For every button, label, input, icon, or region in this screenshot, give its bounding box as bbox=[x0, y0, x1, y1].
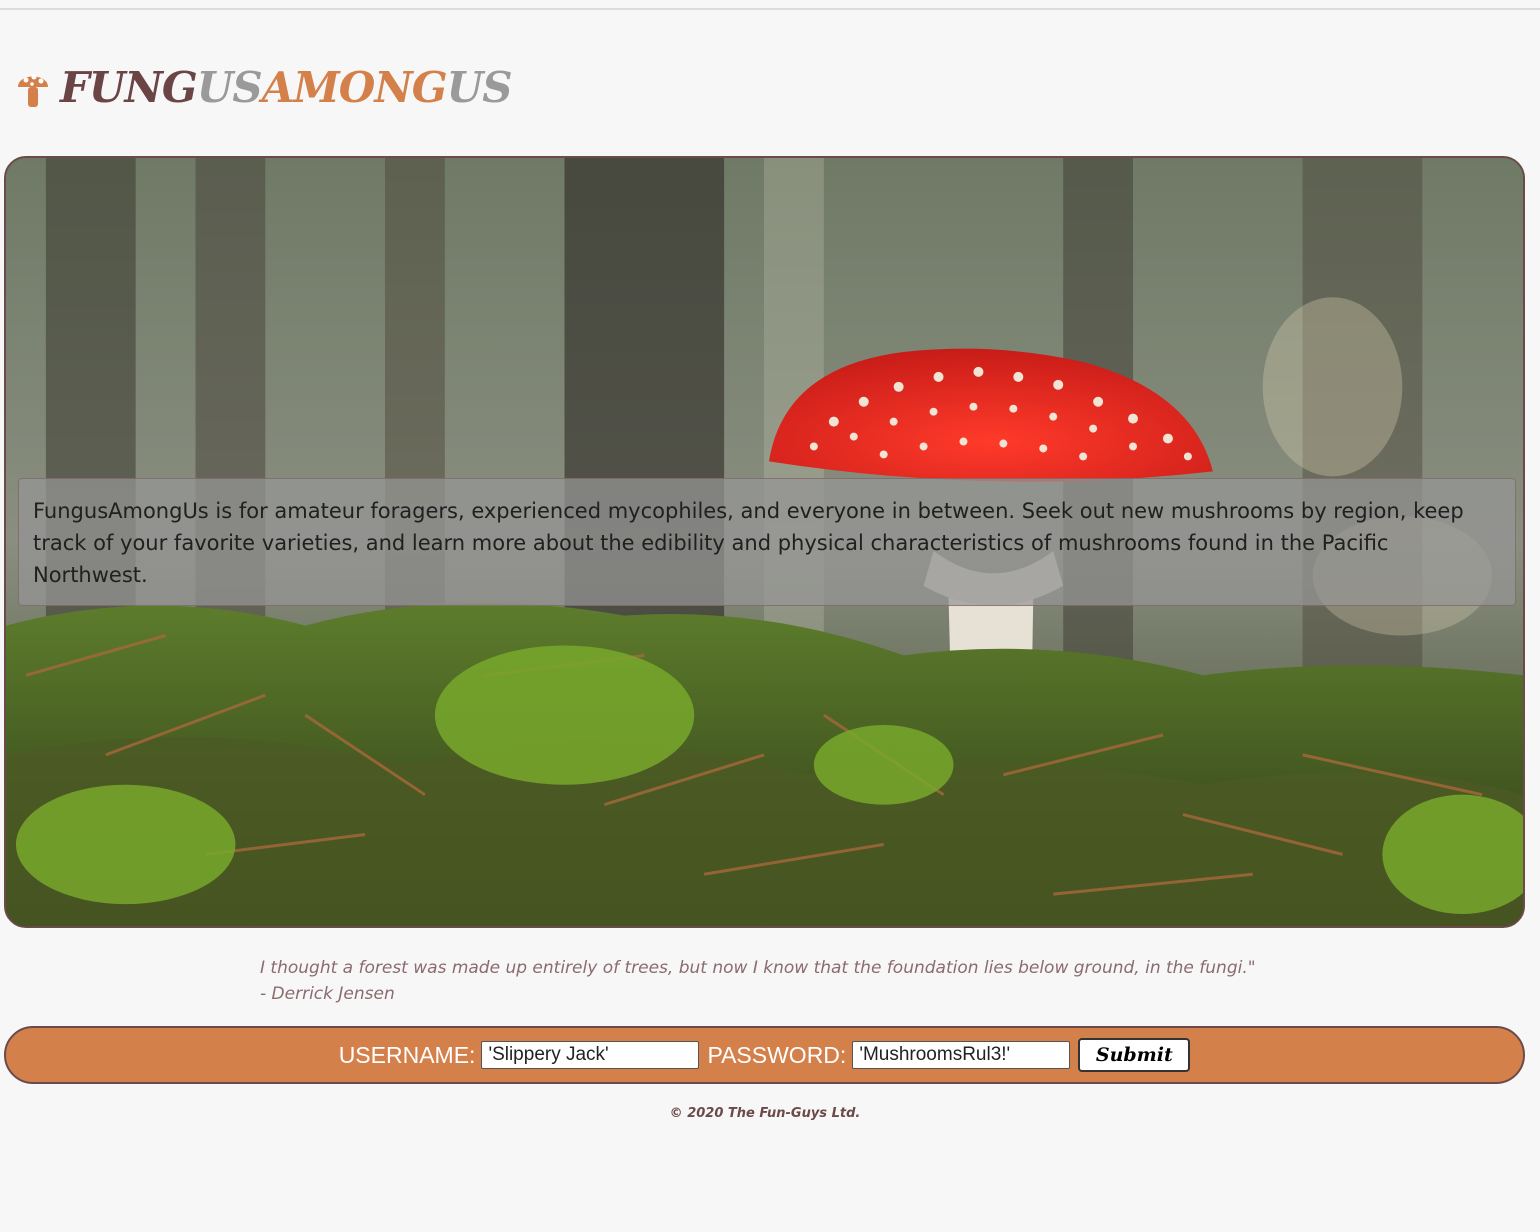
submit-button[interactable]: Submit bbox=[1078, 1038, 1191, 1072]
site-logo[interactable]: FUNGUSAMONGUS bbox=[16, 63, 513, 112]
title-part: US bbox=[446, 63, 513, 112]
username-label: USERNAME: bbox=[338, 1041, 476, 1068]
quote-author: - Derrick Jensen bbox=[260, 984, 395, 1004]
login-bar: USERNAME: PASSWORD: Submit bbox=[4, 1026, 1525, 1084]
title-part: AMONG bbox=[261, 63, 448, 112]
password-input[interactable] bbox=[852, 1041, 1071, 1069]
hero-banner: FungusAmongUs is for amateur foragers, e… bbox=[4, 156, 1525, 928]
title-part: FUNG bbox=[60, 63, 198, 112]
username-input[interactable] bbox=[481, 1041, 700, 1069]
quote: I thought a forest was made up entirely … bbox=[260, 955, 1360, 1007]
site-title: FUNGUSAMONGUS bbox=[60, 63, 513, 112]
copyright: © 2020 The Fun-Guys Ltd. bbox=[669, 1106, 861, 1121]
mushroom-icon bbox=[18, 74, 48, 107]
title-part: US bbox=[196, 63, 263, 112]
top-divider bbox=[0, 8, 1540, 10]
quote-text: I thought a forest was made up entirely … bbox=[260, 958, 1256, 978]
intro-text: FungusAmongUs is for amateur foragers, e… bbox=[18, 478, 1516, 606]
password-label: PASSWORD: bbox=[707, 1041, 847, 1068]
